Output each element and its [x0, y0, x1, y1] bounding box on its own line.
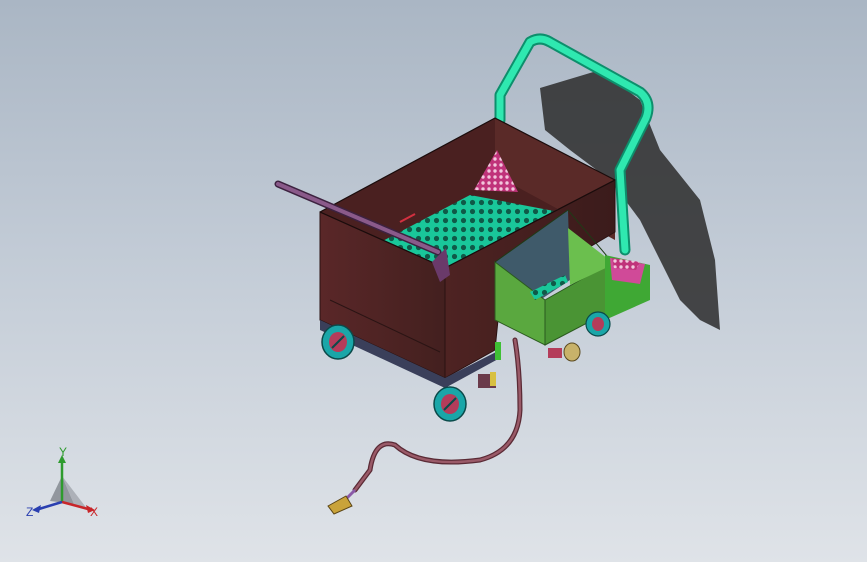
z-axis: [38, 500, 63, 511]
side-box: [605, 255, 650, 320]
axis-label-y: Y: [59, 445, 68, 459]
triad-graphic: [32, 455, 95, 513]
coordinate-triad: Y Z X: [22, 446, 112, 526]
wheel-front-left: [321, 324, 355, 360]
axis-label-z: Z: [26, 505, 34, 519]
wheel-front-right: [433, 386, 467, 422]
cad-model-view[interactable]: [0, 0, 867, 562]
axis-label-x: X: [90, 505, 99, 519]
power-plug: [327, 488, 357, 515]
wheel-back: [585, 311, 611, 337]
graphics-viewport[interactable]: Y Z X: [0, 0, 867, 562]
